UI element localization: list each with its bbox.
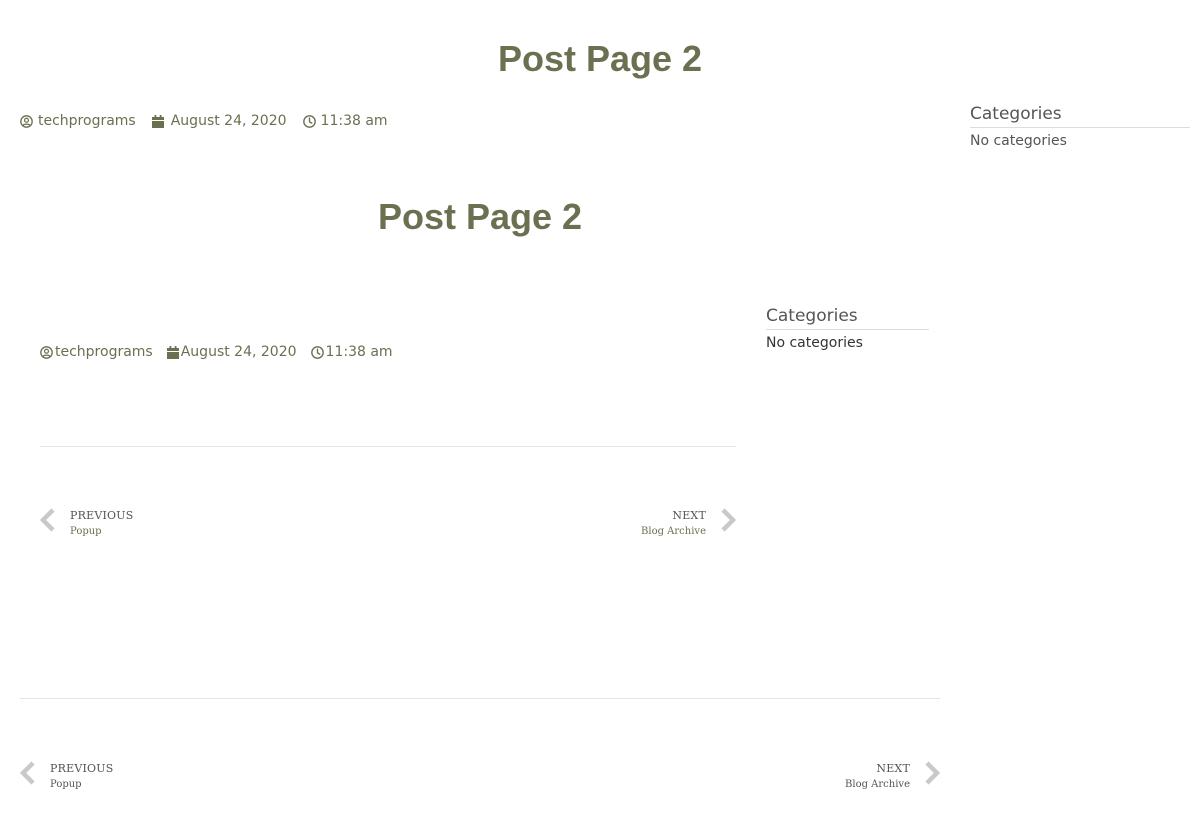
page-title: Post Page 2 [497, 38, 703, 79]
meta-date[interactable]: August 24, 2020 [151, 113, 287, 129]
embedded-meta-author-text: techprograms [55, 344, 153, 360]
next-post-title: Blog Archive [641, 525, 706, 537]
previous-label: PREVIOUS [50, 761, 114, 775]
chevron-left-icon [39, 508, 56, 537]
embedded-sidebar: Categories No categories [766, 306, 929, 351]
meta-author[interactable]: techprograms [20, 113, 136, 129]
embedded-post-title: Post Page 2 [377, 196, 583, 237]
next-post-link[interactable]: NEXT Blog Archive [845, 761, 941, 790]
user-circle-icon [20, 114, 33, 128]
next-label: NEXT [672, 508, 706, 522]
previous-post-link[interactable]: PREVIOUS Popup [19, 761, 114, 790]
embedded-meta-date[interactable]: August 24, 2020 [166, 344, 297, 360]
embedded-categories-widget-body: No categories [766, 335, 863, 351]
embedded-categories-widget-title: Categories [766, 306, 929, 330]
sidebar: Categories No categories [970, 104, 1190, 149]
post-divider [20, 698, 940, 699]
embedded-post-meta: techprograms August 24, 2020 11:38 am [40, 344, 393, 360]
calendar-icon [166, 345, 179, 359]
chevron-right-icon [924, 761, 941, 790]
user-circle-icon [40, 345, 53, 359]
meta-time-text: 11:38 am [320, 113, 388, 129]
chevron-left-icon [19, 761, 36, 790]
previous-label: PREVIOUS [70, 508, 134, 522]
post-navigation: PREVIOUS Popup NEXT Blog Archive [19, 761, 941, 797]
embedded-meta-time: 11:38 am [310, 344, 393, 360]
previous-post-title: Popup [50, 778, 82, 790]
embedded-post-navigation: PREVIOUS Popup NEXT Blog Archive [39, 508, 737, 544]
embedded-next-post-link[interactable]: NEXT Blog Archive [641, 508, 737, 537]
embedded-divider [40, 446, 736, 447]
categories-widget-title: Categories [970, 104, 1190, 128]
clock-icon [310, 345, 324, 359]
next-label: NEXT [876, 761, 910, 775]
categories-widget-body: No categories [970, 133, 1067, 149]
previous-post-title: Popup [70, 525, 102, 537]
embedded-previous-post-link[interactable]: PREVIOUS Popup [39, 508, 134, 537]
chevron-right-icon [720, 508, 737, 537]
next-post-title: Blog Archive [845, 778, 910, 790]
embedded-meta-time-text: 11:38 am [325, 344, 393, 360]
embedded-meta-date-text: August 24, 2020 [180, 344, 297, 360]
clock-icon [302, 114, 316, 128]
meta-time: 11:38 am [302, 113, 388, 129]
embedded-meta-author[interactable]: techprograms [40, 344, 153, 360]
calendar-icon [151, 114, 164, 128]
post-meta: techprograms August 24, 2020 11:38 am [20, 113, 388, 129]
meta-date-text: August 24, 2020 [170, 113, 287, 129]
meta-author-text: techprograms [38, 113, 136, 129]
